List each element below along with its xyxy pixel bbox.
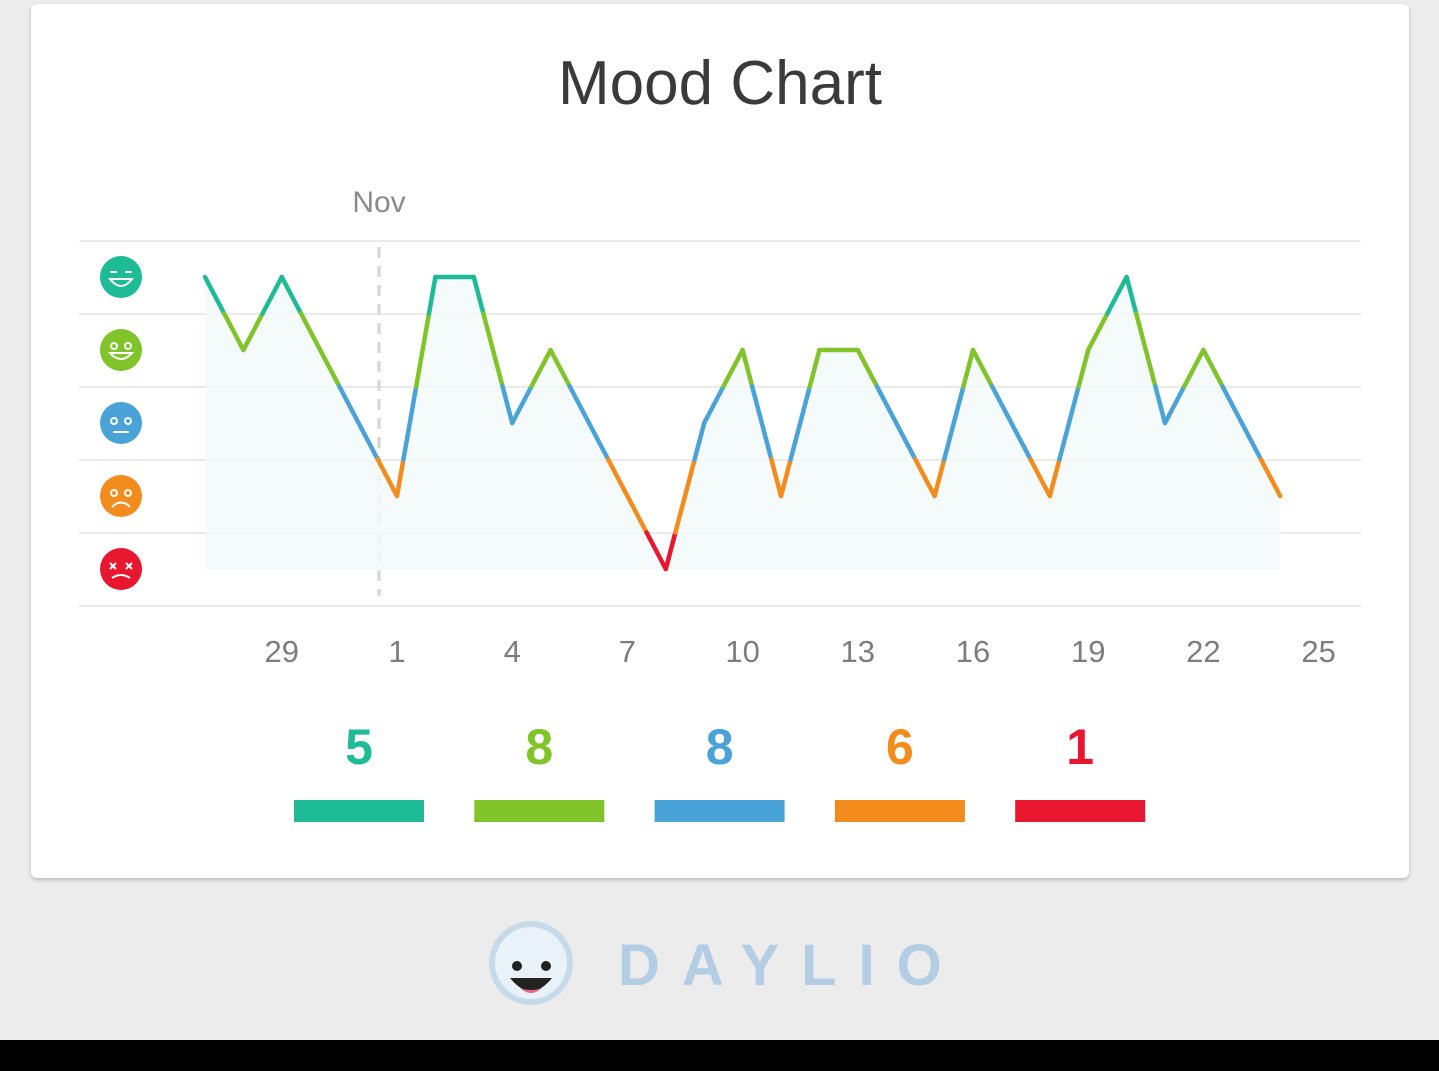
legend-bar [654,800,785,822]
bad-face-icon [100,475,142,517]
legend-bar [1015,800,1146,822]
data-point [318,348,322,352]
data-point [549,348,553,352]
x-tick-label: 29 [265,634,299,669]
data-point [1048,494,1052,498]
data-point [280,275,284,279]
data-point [933,494,937,498]
data-point [1009,421,1013,425]
x-tick-label: 7 [619,634,636,669]
data-point [587,421,591,425]
x-tick-label: 22 [1186,634,1220,669]
x-tick-label: 19 [1071,634,1105,669]
x-tick-label: 10 [725,634,759,669]
legend-count: 1 [1066,719,1094,775]
data-point [1086,348,1090,352]
data-point [702,421,706,425]
data-point [1201,348,1205,352]
brand-name: DAYLIO [618,933,964,998]
x-tick-label: 25 [1301,634,1335,669]
awful-face-icon [100,548,142,590]
data-point [510,421,514,425]
x-tick-label: 13 [841,634,875,669]
data-point [1240,421,1244,425]
legend-bar [834,800,965,822]
data-point [779,494,783,498]
data-point [1163,421,1167,425]
mood-line-chart: Nov 29 1 4 7 10 13 16 19 22 25 5 8 8 6 1 [79,186,1361,822]
x-tick-label: 4 [504,634,521,669]
system-nav-bar [0,1040,1439,1071]
data-point [625,494,629,498]
x-tick-label: 1 [388,634,405,669]
x-tick-label: 16 [956,634,990,669]
data-point [971,348,975,352]
data-point [241,348,245,352]
area-fill [205,277,1281,569]
data-point [741,348,745,352]
legend-count: 8 [525,719,553,775]
rad-face-icon [100,256,142,298]
data-point [894,421,898,425]
brand-footer: DAYLIO [488,920,968,1006]
legend-bar [294,800,424,822]
data-point [856,348,860,352]
data-point [817,348,821,352]
legend-bar [474,800,605,822]
data-point [664,567,668,571]
legend-count: 8 [706,719,734,775]
data-point [433,275,437,279]
daylio-logo-icon [489,921,573,1005]
data-point [203,275,207,279]
data-point [357,421,361,425]
data-point [472,275,476,279]
month-label: Nov [352,186,405,219]
legend-count: 6 [886,719,914,775]
legend-count: 5 [345,719,373,775]
data-point [395,494,399,498]
data-point [1125,275,1129,279]
data-point [1278,494,1282,498]
meh-face-icon [100,402,142,444]
good-face-icon [100,329,142,371]
